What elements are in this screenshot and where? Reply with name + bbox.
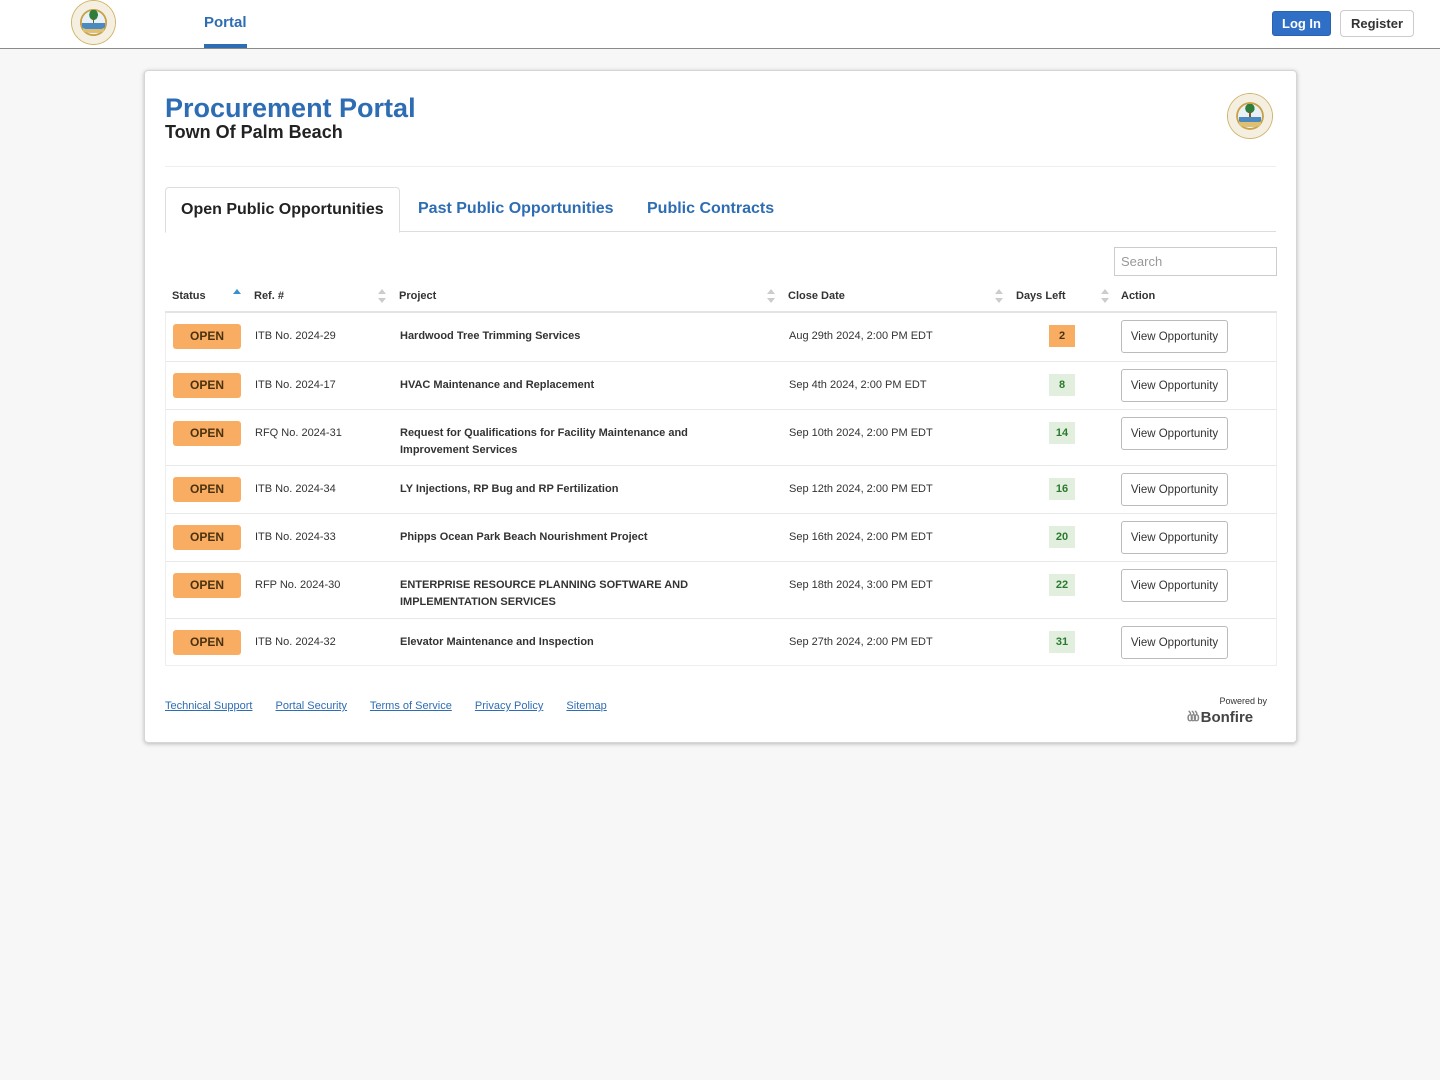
footer-link-sitemap[interactable]: Sitemap — [566, 700, 606, 712]
footer-links: Technical Support Portal Security Terms … — [165, 700, 627, 712]
table-row: OPEN ITB No. 2024-32 Elevator Maintenanc… — [166, 618, 1276, 665]
status-badge: OPEN — [173, 421, 241, 446]
login-button[interactable]: Log In — [1272, 11, 1331, 36]
bonfire-brand-text: Bonfire — [1200, 708, 1254, 726]
days-left-badge: 31 — [1049, 631, 1075, 653]
sort-icon[interactable] — [378, 289, 386, 303]
project-name: LY Injections, RP Bug and RP Fertilizati… — [400, 483, 619, 495]
seal-sand — [83, 28, 104, 33]
search-input[interactable] — [1114, 247, 1277, 276]
project-name: Hardwood Tree Trimming Services — [400, 330, 581, 342]
powered-by-label: Powered by — [1219, 696, 1267, 706]
close-date: Sep 27th 2024, 2:00 PM EDT — [789, 636, 933, 648]
procurement-card: Procurement Portal Town Of Palm Beach Op… — [144, 70, 1297, 743]
sort-ascending-icon[interactable] — [233, 289, 241, 303]
top-navigation-bar: Portal Log In Register — [0, 0, 1440, 49]
sort-icon[interactable] — [1101, 289, 1109, 303]
days-left-badge: 20 — [1049, 526, 1075, 548]
table-row: OPEN ITB No. 2024-34 LY Injections, RP B… — [166, 465, 1276, 513]
column-header-ref[interactable]: Ref. # — [254, 281, 284, 311]
view-opportunity-button[interactable]: View Opportunity — [1121, 569, 1228, 602]
close-date: Sep 12th 2024, 2:00 PM EDT — [789, 483, 933, 495]
table-row: OPEN ITB No. 2024-29 Hardwood Tree Trimm… — [166, 313, 1276, 361]
view-opportunity-button[interactable]: View Opportunity — [1121, 521, 1228, 554]
project-name: Request for Qualifications for Facility … — [400, 427, 688, 456]
ref-number: ITB No. 2024-32 — [255, 636, 336, 648]
table-row: OPEN RFP No. 2024-30 ENTERPRISE RESOURCE… — [166, 561, 1276, 618]
opportunities-table-body: OPEN ITB No. 2024-29 Hardwood Tree Trimm… — [165, 313, 1277, 666]
days-left-badge: 16 — [1049, 478, 1075, 500]
close-date: Sep 18th 2024, 3:00 PM EDT — [789, 579, 933, 591]
column-header-action: Action — [1121, 290, 1156, 302]
days-left-badge: 22 — [1049, 574, 1075, 596]
ref-number: ITB No. 2024-33 — [255, 531, 336, 543]
days-left-badge: 8 — [1049, 374, 1075, 396]
view-opportunity-button[interactable]: View Opportunity — [1121, 369, 1228, 402]
close-date: Aug 29th 2024, 2:00 PM EDT — [789, 330, 933, 342]
close-date: Sep 4th 2024, 2:00 PM EDT — [789, 379, 927, 391]
bonfire-flame-icon: ბბბ — [1187, 710, 1200, 724]
ref-number: ITB No. 2024-29 — [255, 330, 336, 342]
column-header-close-date[interactable]: Close Date — [788, 281, 845, 311]
status-badge: OPEN — [173, 324, 241, 349]
view-opportunity-button[interactable]: View Opportunity — [1121, 320, 1228, 353]
town-seal-logo[interactable] — [72, 1, 115, 44]
close-date: Sep 16th 2024, 2:00 PM EDT — [789, 531, 933, 543]
tab-open-public-opportunities[interactable]: Open Public Opportunities — [165, 187, 400, 233]
table-header: Status Ref. # Project Close Date Days Le… — [165, 281, 1277, 313]
column-header-project[interactable]: Project — [399, 281, 436, 311]
status-badge: OPEN — [173, 477, 241, 502]
opportunity-tabs: Open Public Opportunities Past Public Op… — [165, 187, 1276, 233]
ref-number: RFQ No. 2024-31 — [255, 427, 342, 439]
status-badge: OPEN — [173, 630, 241, 655]
project-name: ENTERPRISE RESOURCE PLANNING SOFTWARE AN… — [400, 579, 689, 608]
table-row: OPEN ITB No. 2024-17 HVAC Maintenance an… — [166, 361, 1276, 409]
column-header-status[interactable]: Status — [172, 281, 206, 311]
close-date: Sep 10th 2024, 2:00 PM EDT — [789, 427, 933, 439]
sort-icon[interactable] — [995, 289, 1003, 303]
organization-seal-logo — [1228, 94, 1272, 138]
footer-link-portal-security[interactable]: Portal Security — [276, 700, 348, 712]
view-opportunity-button[interactable]: View Opportunity — [1121, 417, 1228, 450]
column-header-days-left[interactable]: Days Left — [1016, 281, 1066, 311]
bonfire-logo[interactable]: ბბბ Bonfire — [1187, 707, 1253, 727]
sort-icon[interactable] — [767, 289, 775, 303]
page-title: Procurement Portal — [165, 93, 416, 123]
nav-portal-link[interactable]: Portal — [204, 0, 247, 48]
table-row: OPEN ITB No. 2024-33 Phipps Ocean Park B… — [166, 513, 1276, 561]
ref-number: RFP No. 2024-30 — [255, 579, 341, 591]
status-badge: OPEN — [173, 525, 241, 550]
ref-number: ITB No. 2024-34 — [255, 483, 336, 495]
status-badge: OPEN — [173, 573, 241, 598]
footer-link-privacy-policy[interactable]: Privacy Policy — [475, 700, 543, 712]
view-opportunity-button[interactable]: View Opportunity — [1121, 626, 1228, 659]
view-opportunity-button[interactable]: View Opportunity — [1121, 473, 1228, 506]
ref-number: ITB No. 2024-17 — [255, 379, 336, 391]
header-divider — [165, 166, 1276, 167]
project-name: HVAC Maintenance and Replacement — [400, 379, 595, 391]
days-left-badge: 2 — [1049, 325, 1075, 347]
register-button[interactable]: Register — [1340, 10, 1414, 37]
footer-link-terms-of-service[interactable]: Terms of Service — [370, 700, 452, 712]
days-left-badge: 14 — [1049, 422, 1075, 444]
seal-sand — [1239, 122, 1261, 127]
footer-link-technical-support[interactable]: Technical Support — [165, 700, 252, 712]
tab-public-contracts[interactable]: Public Contracts — [647, 187, 774, 232]
status-badge: OPEN — [173, 373, 241, 398]
organization-name: Town Of Palm Beach — [165, 122, 343, 142]
project-name: Elevator Maintenance and Inspection — [400, 636, 594, 648]
project-name: Phipps Ocean Park Beach Nourishment Proj… — [400, 531, 648, 543]
tab-past-public-opportunities[interactable]: Past Public Opportunities — [418, 187, 614, 232]
table-row: OPEN RFQ No. 2024-31 Request for Qualifi… — [166, 409, 1276, 465]
